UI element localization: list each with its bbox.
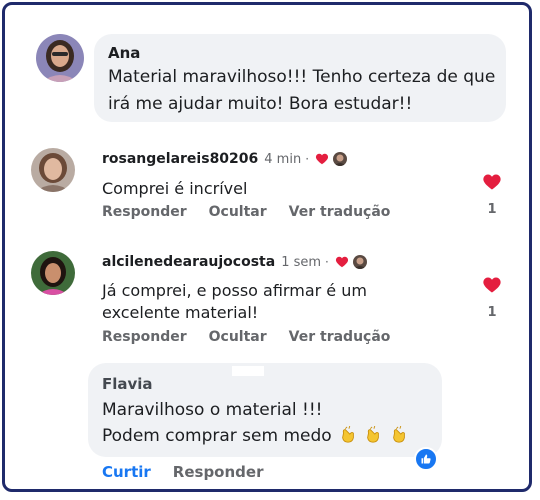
comment-actions: Responder Ocultar Ver tradução [102,204,390,220]
see-translation-button[interactable]: Ver tradução [289,204,391,220]
comment-username[interactable]: alcilenedearaujocosta [102,254,275,270]
comment-text-line-1: Maravilhoso o material !!! [102,400,323,420]
comment-timestamp[interactable]: 1 sem [281,255,321,270]
reply-button[interactable]: Responder [173,463,264,481]
comment-text: Comprei é incrível [102,179,248,198]
clapping-hands-icon [339,425,357,444]
reply-button[interactable]: Responder [102,204,187,220]
comment-text-line-2-body: Podem comprar sem medo [102,426,332,446]
heart-icon[interactable] [480,275,504,299]
separator-dot: · [305,152,310,166]
heart-icon[interactable] [480,172,504,196]
heart-icon [335,255,349,269]
avatar[interactable] [31,148,75,192]
avatar[interactable] [31,251,75,295]
comment-timestamp[interactable]: 4 min [264,152,301,167]
reply-button[interactable]: Responder [102,329,187,345]
comment-text-line-2: Podem comprar sem medo [102,424,408,449]
bubble-notch [232,366,264,376]
clapping-hands-icon [390,425,408,444]
like-column: 1 [480,172,504,217]
comment-username[interactable]: rosangelareis80206 [102,151,258,167]
like-count: 1 [487,305,497,320]
comment-text-line-2: excelente material! [102,303,259,322]
avatar[interactable] [36,34,84,82]
comment-actions: Responder Ocultar Ver tradução [102,329,390,345]
hide-button[interactable]: Ocultar [209,329,267,345]
clapping-hands-icon [364,425,382,444]
comment-text-line-1: Já comprei, e posso afirmar é um [102,281,367,300]
comment-author[interactable]: Ana [108,44,140,62]
thumbs-up-icon[interactable] [414,447,438,471]
comment-actions: Curtir Responder [102,463,263,481]
comment-meta: rosangelareis80206 4 min · [102,151,348,167]
like-count: 1 [487,202,497,217]
hide-button[interactable]: Ocultar [209,204,267,220]
comment-author[interactable]: Flavia [102,375,153,393]
heart-icon [315,152,329,166]
avatar [333,152,348,166]
avatar [352,255,367,269]
separator-dot: · [325,255,329,269]
comment-text: Material maravilhoso!!! Tenho certeza de… [108,67,496,114]
see-translation-button[interactable]: Ver tradução [289,329,391,345]
like-button[interactable]: Curtir [102,463,151,481]
like-column: 1 [480,275,504,320]
comment-meta: alcilenedearaujocosta 1 sem · [102,254,367,270]
